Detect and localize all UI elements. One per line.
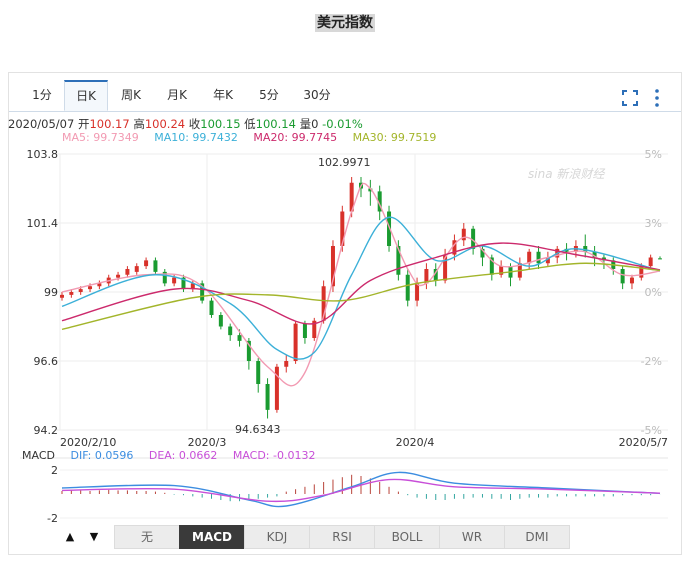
candle-up [134, 263, 139, 275]
percent-axis-labels: 5%3%0%-2%-5% [641, 148, 662, 437]
candle-body [69, 292, 74, 295]
candle-down [620, 266, 625, 290]
candle-up [144, 257, 149, 269]
arrow-down-icon[interactable]: ▼ [84, 527, 104, 547]
dif-label: DIF: 0.0596 [70, 449, 134, 462]
ma-lines [61, 182, 661, 387]
x-tick-label: 2020/5/7 [619, 436, 668, 449]
candle-body [629, 277, 634, 284]
indicator-tab-dmi[interactable]: DMI [504, 525, 570, 549]
y-tick-label: 96.6 [34, 355, 59, 368]
candle-body [536, 251, 541, 264]
macd-y-labels: 2 -2 [47, 464, 58, 525]
candle-down [536, 246, 541, 269]
candle-down [256, 358, 261, 393]
candle-body [293, 323, 298, 361]
candle-up [499, 260, 504, 278]
candle-body [405, 274, 410, 301]
arrow-up-icon[interactable]: ▲ [60, 527, 80, 547]
candle-up [629, 274, 634, 290]
candle-body [218, 315, 223, 327]
x-tick-label: 2020/3 [188, 436, 227, 449]
macd-title: MACD [22, 449, 55, 462]
candle-body [237, 335, 242, 341]
candle-down [583, 234, 588, 258]
candle-body [302, 323, 307, 338]
candle-up [424, 263, 429, 290]
candle-body [265, 384, 270, 410]
candle-up [274, 363, 279, 413]
candle-down [162, 269, 167, 287]
candle-up [284, 355, 289, 373]
y-tick-label: 94.2 [34, 424, 59, 437]
candle-down [200, 280, 205, 304]
candle-body [78, 289, 83, 292]
indicator-tab-wr[interactable]: WR [439, 525, 505, 549]
candle-body [125, 269, 130, 275]
candle-body [415, 283, 420, 301]
y-tick-label: 101.4 [27, 217, 59, 230]
candle-down [405, 269, 410, 307]
price-chart[interactable]: 103.8101.49996.694.2 5%3%0%-2%-5% 2020/2… [0, 0, 690, 563]
high-annotation: 102.9971 [318, 156, 371, 169]
candle-body [620, 269, 625, 284]
candle-down [564, 243, 569, 261]
indicator-tab-boll[interactable]: BOLL [374, 525, 440, 549]
candle-up [60, 292, 64, 301]
candle-body [284, 361, 289, 367]
x-axis-labels: 2020/2/10 2020/3 2020/4 2020/5/7 [60, 436, 668, 449]
macd-tick-label: -2 [47, 512, 58, 525]
low-annotation: 94.6343 [235, 423, 281, 436]
macd-value-label: MACD: -0.0132 [232, 449, 316, 462]
candle-down [228, 323, 233, 341]
candle-down [209, 297, 214, 318]
ma-line-ma10 [61, 216, 661, 360]
y-axis-labels: 103.8 101.4 99 96.6 94.2 [27, 148, 59, 437]
ma-line-ma30 [61, 262, 661, 331]
macd-tick-label: 2 [51, 464, 58, 477]
y-tick-label: 99 [44, 286, 58, 299]
candle-down [658, 256, 662, 260]
candle-up [312, 317, 317, 341]
candle-body [228, 326, 233, 336]
macd-legend: MACD DIF: 0.0596 DEA: 0.0662 MACD: -0.01… [22, 449, 327, 462]
candle-down [368, 179, 373, 206]
candle-up [125, 266, 130, 278]
candle-up [97, 280, 102, 290]
candle-body [144, 260, 149, 267]
candle-body [153, 260, 158, 272]
macd-grid [20, 457, 668, 519]
candle-body [658, 258, 662, 260]
percent-tick-label: -2% [641, 355, 662, 368]
dea-label: DEA: 0.0662 [148, 449, 218, 462]
candle-down [611, 257, 616, 275]
candle-body [172, 277, 177, 284]
candle-up [461, 223, 466, 246]
candle-body [88, 286, 93, 290]
candle-down [153, 257, 158, 275]
x-tick-label: 2020/2/10 [60, 436, 116, 449]
percent-tick-label: 5% [645, 148, 662, 161]
candle-body [116, 274, 121, 278]
indicator-bar: ▲ ▼ 无 MACD KDJ RSI BOLL WR DMI [58, 525, 664, 549]
candle-body [256, 361, 261, 384]
x-tick-label: 2020/4 [396, 436, 435, 449]
candle-down [265, 378, 270, 419]
candle-down [218, 312, 223, 330]
percent-tick-label: 3% [645, 217, 662, 230]
candle-body [209, 300, 214, 315]
watermark: sina 新浪财经 [528, 167, 606, 181]
y-tick-label: 103.8 [27, 148, 59, 161]
indicator-tab-none[interactable]: 无 [114, 525, 180, 549]
percent-tick-label: 0% [645, 286, 662, 299]
candle-body [134, 266, 139, 272]
candle-body [648, 257, 653, 267]
indicator-tab-rsi[interactable]: RSI [309, 525, 375, 549]
indicator-tab-macd[interactable]: MACD [179, 525, 245, 549]
candle-up [517, 257, 522, 281]
ma-line-ma5 [61, 182, 661, 387]
candle-body [60, 294, 64, 298]
indicator-tab-kdj[interactable]: KDJ [244, 525, 310, 549]
